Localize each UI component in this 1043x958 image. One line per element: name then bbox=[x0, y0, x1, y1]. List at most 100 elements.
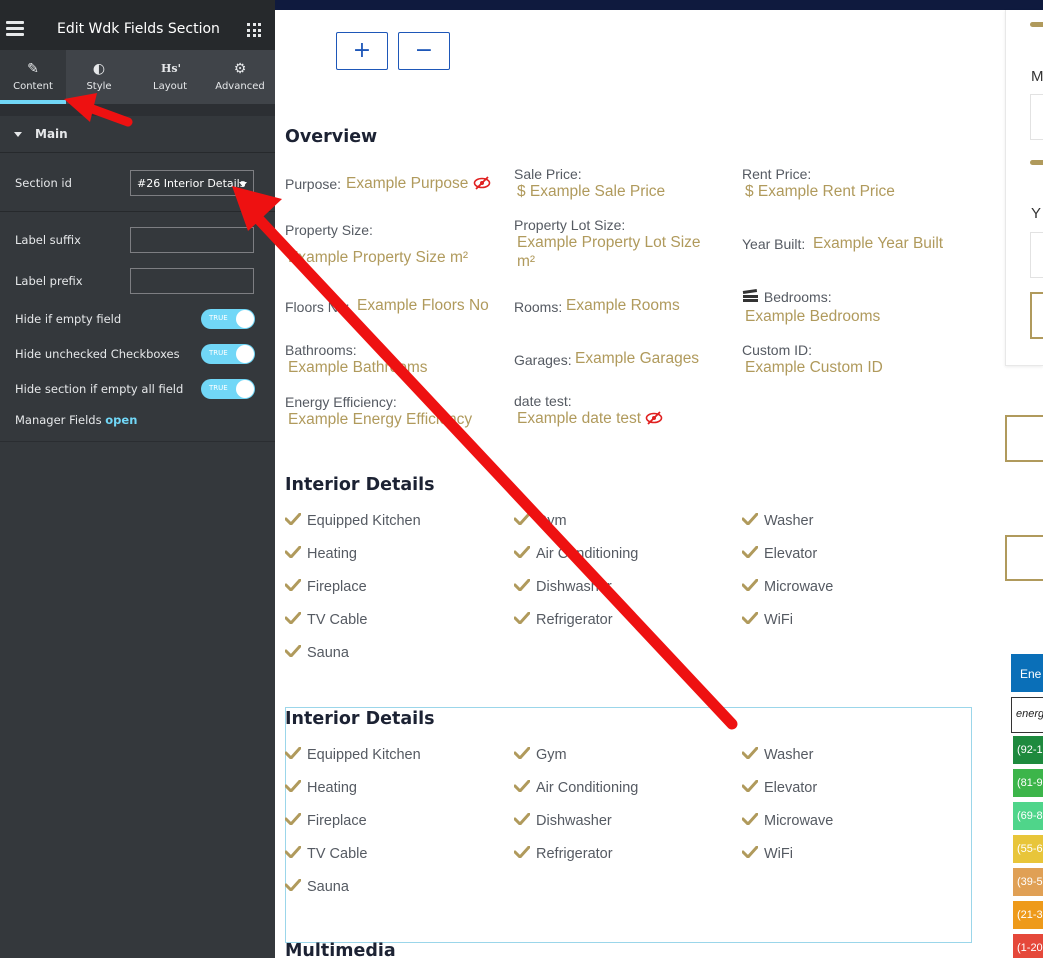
tab-style[interactable]: ◐ Style bbox=[66, 50, 132, 104]
hide-unchecked-label: Hide unchecked Checkboxes bbox=[15, 347, 180, 361]
feature-label: Elevator bbox=[764, 546, 818, 562]
divider-accent bbox=[1030, 22, 1043, 27]
feature-label: Equipped Kitchen bbox=[307, 513, 421, 529]
feature-item: Air Conditioning bbox=[514, 546, 638, 562]
sidebar-input-1[interactable] bbox=[1030, 94, 1043, 140]
tab-label: Layout bbox=[153, 81, 187, 92]
energy-bar: (81-9 bbox=[1013, 769, 1043, 797]
sidebar-input-2[interactable] bbox=[1030, 232, 1043, 278]
feature-item: TV Cable bbox=[285, 846, 367, 862]
tab-advanced[interactable]: ⚙ Advanced bbox=[207, 50, 273, 104]
energy-bar: (69-8 bbox=[1013, 802, 1043, 830]
hide-empty-toggle[interactable]: TRUE bbox=[201, 309, 255, 329]
chevron-down-icon bbox=[239, 182, 247, 187]
feature-item: Microwave bbox=[742, 813, 833, 829]
energy-bar: (1-20 bbox=[1013, 934, 1043, 958]
energy-efficiency-label: Energy Efficiency: bbox=[285, 394, 397, 410]
feature-item: Gym bbox=[514, 513, 567, 529]
divider-accent bbox=[1030, 160, 1043, 165]
feature-label: Air Conditioning bbox=[536, 780, 639, 796]
date-test-value: Example date test bbox=[517, 410, 642, 427]
lot-size-label: Property Lot Size: bbox=[514, 217, 626, 233]
section-id-label: Section id bbox=[15, 176, 72, 190]
feature-label: TV Cable bbox=[307, 846, 368, 862]
sidebar-button-1[interactable] bbox=[1030, 292, 1043, 339]
section-main-label: Main bbox=[35, 127, 68, 141]
bedrooms-label: Bedrooms: bbox=[763, 289, 832, 305]
feature-item: Washer bbox=[742, 747, 813, 763]
top-bar bbox=[275, 0, 1043, 10]
interior-details-title-2: Interior Details bbox=[285, 709, 435, 729]
feature-item: Microwave bbox=[742, 579, 833, 595]
garages-label: Garages: bbox=[514, 352, 572, 368]
energy-rating-header: Ene bbox=[1011, 654, 1043, 692]
purpose-label: Purpose: bbox=[285, 176, 342, 192]
interior-details-framed-section bbox=[285, 707, 972, 943]
toggle-knob bbox=[236, 345, 254, 363]
feature-item: Dishwasher bbox=[514, 813, 612, 829]
bed-icon bbox=[742, 289, 758, 302]
energy-bar: (21-3 bbox=[1013, 901, 1043, 929]
hamburger-menu-icon[interactable] bbox=[6, 21, 24, 36]
energy-efficiency-value: Example Energy Efficiency bbox=[288, 411, 473, 428]
section-id-select[interactable]: #26 Interior Details bbox=[130, 170, 254, 196]
check-icon bbox=[285, 645, 301, 657]
check-icon bbox=[514, 747, 530, 759]
minus-button[interactable]: − bbox=[398, 32, 450, 70]
date-test-value-row: Example date test bbox=[517, 410, 663, 428]
check-icon bbox=[742, 612, 758, 624]
bedrooms-value: Example Bedrooms bbox=[745, 308, 881, 325]
feature-item: Elevator bbox=[742, 780, 817, 796]
label-prefix-input[interactable] bbox=[130, 268, 254, 294]
label-suffix-input[interactable] bbox=[130, 227, 254, 253]
feature-item: Equipped Kitchen bbox=[285, 513, 421, 529]
feature-item: Sauna bbox=[285, 879, 349, 895]
toggle-knob bbox=[236, 380, 254, 398]
sidebar-button-2[interactable] bbox=[1005, 415, 1043, 462]
date-test-label: date test: bbox=[514, 393, 572, 409]
toggle-text: TRUE bbox=[209, 349, 228, 357]
check-icon bbox=[285, 813, 301, 825]
section-main-toggle[interactable]: Main bbox=[0, 116, 275, 153]
bathrooms-value: Example Bathrooms bbox=[288, 359, 428, 376]
energy-bar: (55-6 bbox=[1013, 835, 1043, 863]
sidebar-button-3[interactable] bbox=[1005, 535, 1043, 581]
apps-grid-icon[interactable] bbox=[247, 23, 261, 37]
sidebar-label-y: Y bbox=[1031, 205, 1042, 222]
pencil-icon: ✎ bbox=[27, 61, 39, 77]
hide-empty-label: Hide if empty field bbox=[15, 312, 122, 326]
plus-button[interactable]: + bbox=[336, 32, 388, 70]
panel-top-strip bbox=[0, 0, 275, 10]
panel-separator bbox=[0, 104, 275, 116]
check-icon bbox=[514, 780, 530, 792]
check-icon bbox=[742, 747, 758, 759]
feature-label: Gym bbox=[536, 747, 567, 763]
energy-rating-subheader: energ bbox=[1011, 697, 1043, 733]
tab-content[interactable]: ✎ Content bbox=[0, 50, 66, 104]
manager-fields-open-link[interactable]: open bbox=[105, 413, 137, 427]
feature-label: TV Cable bbox=[307, 612, 368, 628]
rooms-value: Example Rooms bbox=[566, 297, 680, 314]
gear-icon: ⚙ bbox=[233, 61, 247, 77]
feature-item: Gym bbox=[514, 747, 567, 763]
caret-down-icon bbox=[14, 132, 22, 137]
energy-bar: (92-1 bbox=[1013, 736, 1043, 764]
hide-section-toggle[interactable]: TRUE bbox=[201, 379, 255, 399]
feature-label: Fireplace bbox=[307, 579, 367, 595]
eye-slash-icon[interactable] bbox=[473, 176, 491, 190]
tab-layout[interactable]: Hs' Layout bbox=[137, 50, 203, 104]
sale-price-value: $ Example Sale Price bbox=[517, 183, 666, 200]
section-id-value: #26 Interior Details bbox=[137, 177, 246, 190]
feature-label: WiFi bbox=[764, 612, 793, 628]
editor-panel: Edit Wdk Fields Section ✎ Content ◐ Styl… bbox=[0, 0, 275, 958]
multimedia-title: Multimedia bbox=[285, 941, 396, 958]
check-icon bbox=[285, 846, 301, 858]
property-size-value: Example Property Size m² bbox=[288, 249, 469, 266]
eye-slash-icon[interactable] bbox=[645, 411, 663, 425]
check-icon bbox=[285, 780, 301, 792]
label-prefix-label: Label prefix bbox=[15, 274, 83, 288]
garages-value: Example Garages bbox=[575, 350, 700, 367]
feature-item: Fireplace bbox=[285, 579, 367, 595]
hide-unchecked-toggle[interactable]: TRUE bbox=[201, 344, 255, 364]
check-icon bbox=[742, 546, 758, 558]
